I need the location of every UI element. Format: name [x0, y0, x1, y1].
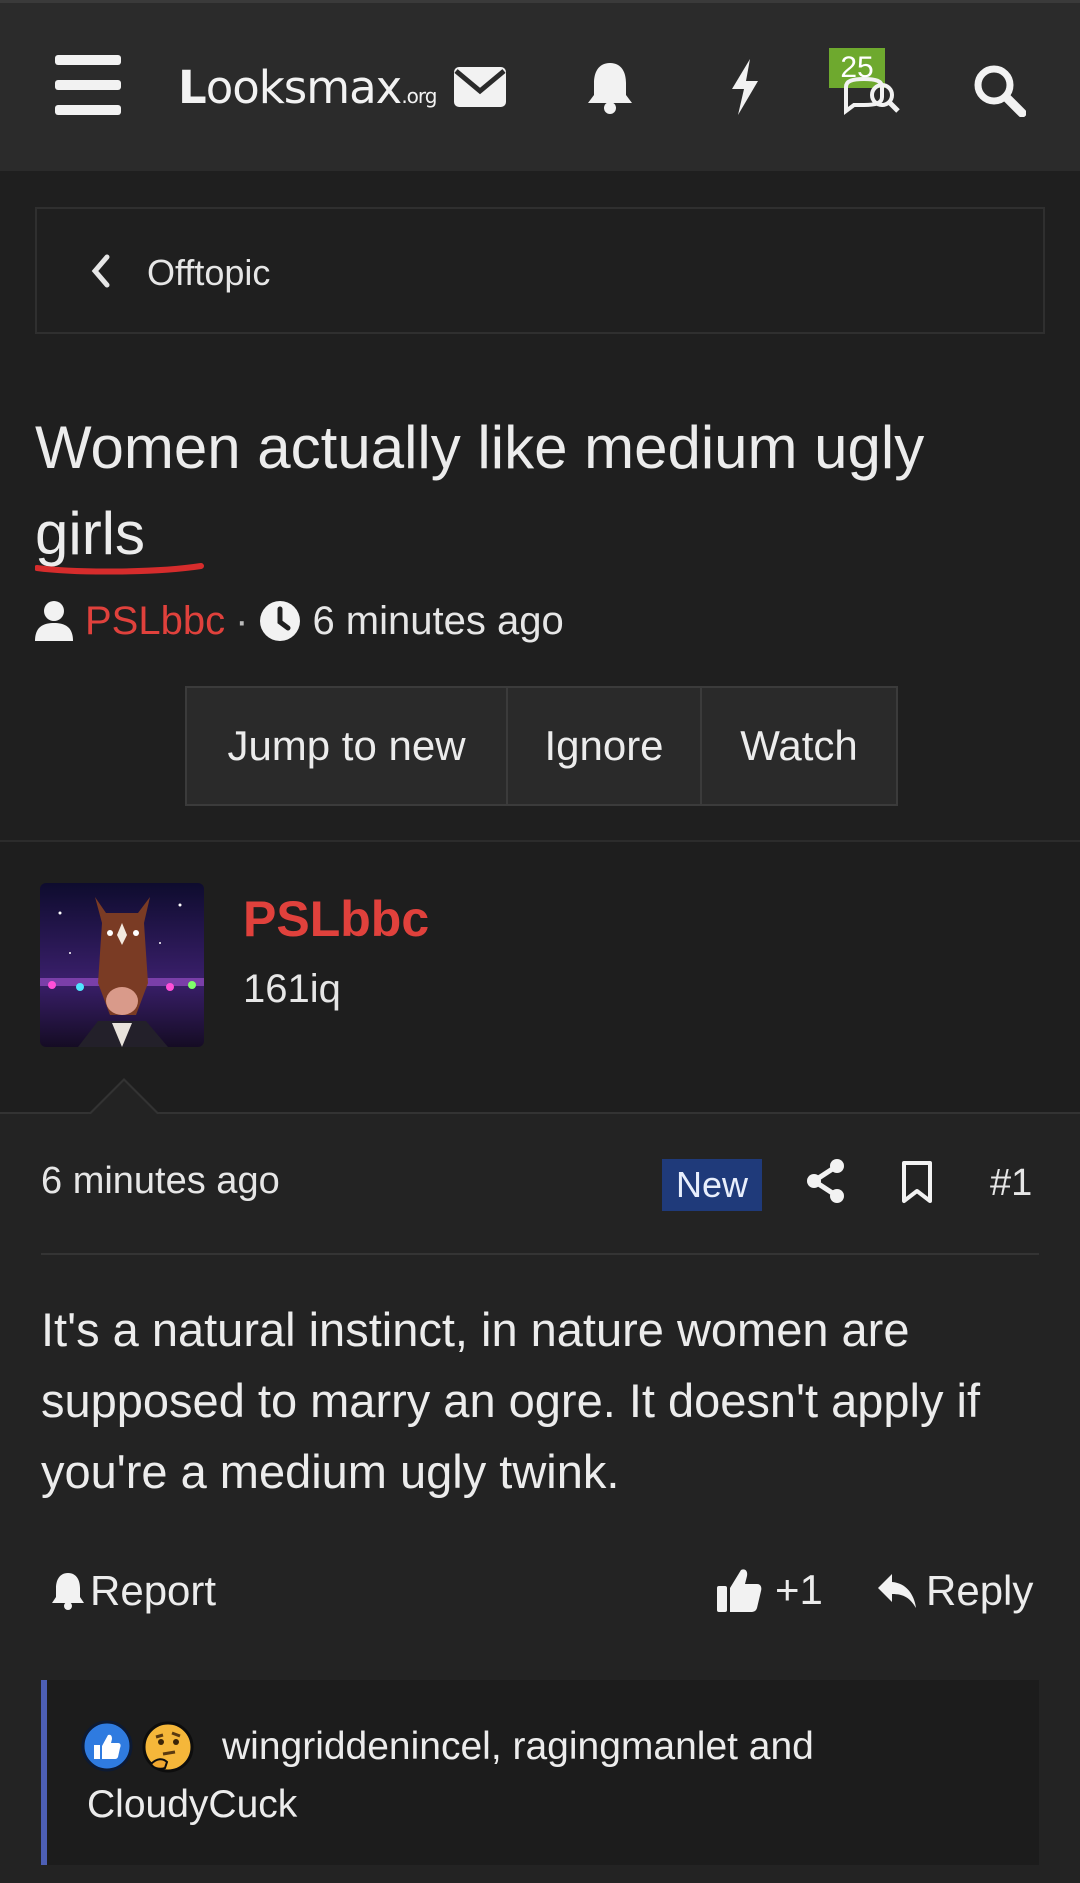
site-logo[interactable]: Looksmax.org	[178, 61, 437, 117]
search-icon[interactable]	[972, 63, 1026, 117]
post-user-block: PSLbbc 161iq	[0, 842, 1080, 1114]
bolt-icon[interactable]	[728, 59, 762, 115]
watch-button[interactable]: Watch	[702, 686, 898, 806]
post-time[interactable]: 6 minutes ago	[41, 1160, 280, 1203]
thread-meta: PSLbbc · 6 minutes ago	[33, 596, 564, 646]
thread-author-link[interactable]: PSLbbc	[85, 599, 225, 644]
bookmark-icon[interactable]	[900, 1160, 934, 1204]
avatar[interactable]	[40, 883, 204, 1047]
envelope-icon[interactable]	[452, 65, 508, 109]
reply-label: Reply	[926, 1567, 1034, 1614]
report-label: Report	[90, 1567, 217, 1614]
thread-actions: Jump to new Ignore Watch	[185, 686, 898, 806]
post-number-link[interactable]: #1	[990, 1162, 1032, 1205]
post-header-divider	[41, 1253, 1039, 1255]
thread-time[interactable]: 6 minutes ago	[312, 599, 563, 644]
user-title: 161iq	[243, 967, 341, 1011]
report-button[interactable]: Report	[50, 1567, 216, 1615]
reactions-users[interactable]: wingriddenincel, ragingmanlet and Cloudy…	[87, 1718, 1027, 1834]
post: 6 minutes ago New #1 It's a natural inst…	[0, 1114, 1080, 1883]
top-navbar: Looksmax.org 25	[0, 0, 1080, 171]
clock-icon	[260, 601, 301, 641]
reply-button[interactable]: Reply	[876, 1567, 1033, 1615]
chat-search-icon[interactable]	[842, 77, 902, 115]
ignore-button[interactable]: Ignore	[508, 686, 702, 806]
user-icon	[35, 601, 73, 641]
like-button[interactable]: +1	[715, 1566, 823, 1614]
thumbs-up-icon	[717, 1569, 762, 1612]
thread-title: Women actually like medium ugly girls	[35, 414, 925, 567]
meta-separator: ·	[235, 598, 249, 643]
reactions-bar[interactable]: wingriddenincel, ragingmanlet and Cloudy…	[41, 1680, 1039, 1865]
bell-report-icon	[52, 1573, 84, 1610]
reply-icon	[878, 1574, 916, 1608]
menu-icon[interactable]	[55, 55, 123, 115]
new-badge: New	[662, 1159, 762, 1211]
chevron-left-icon	[91, 254, 110, 288]
breadcrumb[interactable]: Offtopic	[35, 207, 1045, 334]
jump-to-new-button[interactable]: Jump to new	[185, 686, 508, 806]
spellcheck-underline	[35, 563, 204, 575]
post-username[interactable]: PSLbbc	[243, 890, 429, 948]
bell-icon[interactable]	[586, 61, 634, 115]
like-count: +1	[775, 1566, 823, 1613]
post-body: It's a natural instinct, in nature women…	[41, 1303, 981, 1498]
breadcrumb-label: Offtopic	[147, 252, 271, 293]
share-icon[interactable]	[805, 1158, 847, 1204]
